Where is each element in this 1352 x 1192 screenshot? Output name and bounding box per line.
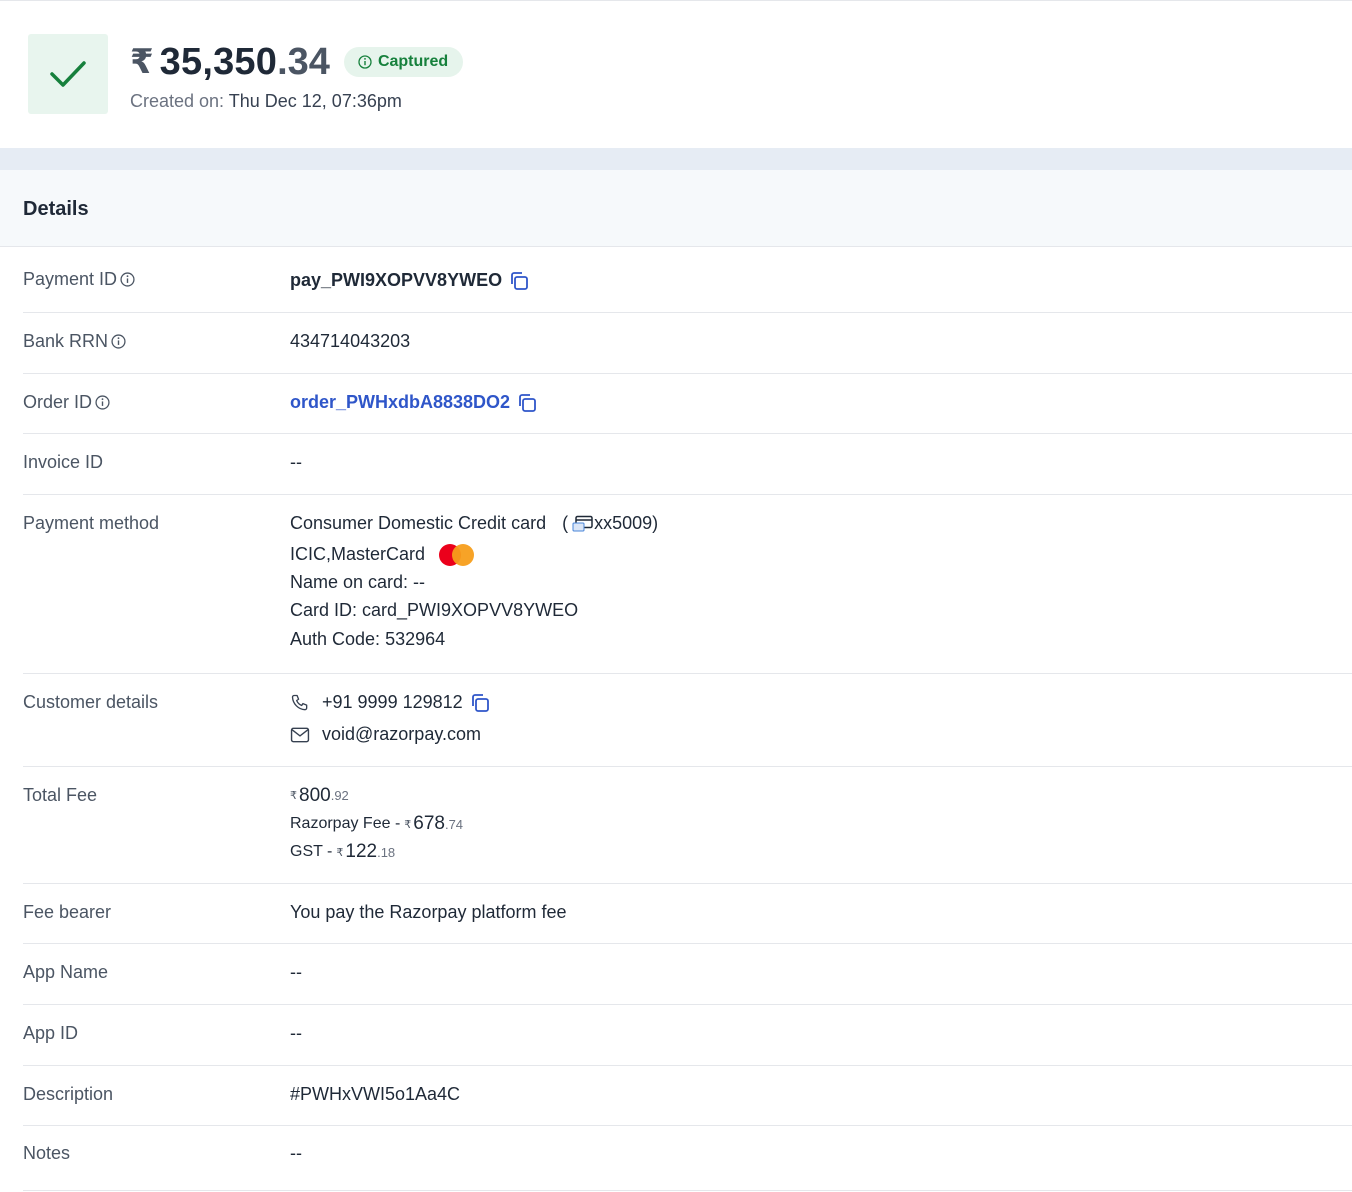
fee-bearer-label: Fee bearer: [23, 902, 112, 922]
status-badge: Captured: [343, 47, 464, 77]
copy-icon[interactable]: [469, 692, 491, 714]
row-app-name: App Name --: [0, 944, 1352, 1005]
separator-band: [0, 148, 1352, 170]
checkmark-icon: [50, 61, 86, 87]
copy-icon[interactable]: [508, 270, 530, 292]
fee-bearer-value: You pay the Razorpay platform fee: [290, 902, 567, 922]
payment-id-value: pay_PWI9XOPVV8YWEO: [290, 270, 503, 290]
razorpay-fee-integer: 678: [413, 813, 445, 834]
card-type: Consumer Domestic Credit card: [290, 513, 547, 533]
phone-icon: [291, 694, 308, 710]
row-payment-method: Payment method Consumer Domestic Credit …: [0, 495, 1352, 674]
app-name-label: App Name: [23, 962, 109, 982]
success-status-tile: [28, 34, 108, 114]
row-bank-rrn: Bank RRN 434714043203: [0, 313, 1352, 374]
rupee-symbol: ₹: [336, 846, 344, 859]
row-total-fee: Total Fee ₹ 800 .92 Razorpay Fee - ₹ 678…: [0, 767, 1352, 884]
notes-label: Notes: [23, 1143, 71, 1163]
gst-decimal: .18: [377, 844, 396, 860]
total-fee-decimal: .92: [330, 788, 349, 803]
credit-card-icon: [572, 515, 593, 531]
razorpay-fee-label: Razorpay Fee -: [290, 815, 401, 832]
row-app-id: App ID --: [0, 1005, 1352, 1066]
amount-integer: 35,350: [159, 40, 278, 83]
bank-rrn-value: 434714043203: [290, 331, 411, 351]
invoice-id-label: Invoice ID: [23, 452, 104, 472]
app-name-value: --: [290, 962, 302, 982]
total-fee-label: Total Fee: [23, 785, 98, 805]
copy-icon[interactable]: [516, 392, 538, 414]
row-fee-bearer: Fee bearer You pay the Razorpay platform…: [0, 884, 1352, 944]
row-payment-id: Payment ID pay_PWI9XOPVV8YWEO: [0, 247, 1352, 313]
bank-rrn-label-text: Bank RRN: [23, 331, 109, 351]
amount-decimal: .34: [277, 40, 330, 83]
section-title: Details: [23, 198, 89, 220]
customer-details-label: Customer details: [23, 692, 159, 712]
row-notes: Notes --: [0, 1126, 1352, 1191]
order-id-link[interactable]: order_PWHxdbA8838DO2: [290, 392, 510, 413]
mastercard-logo-icon: [439, 543, 475, 566]
customer-email: void@razorpay.com: [322, 724, 481, 744]
payment-id-label-text: Payment ID: [23, 269, 118, 289]
created-on: Created on: Thu Dec 12, 07:36pm: [130, 91, 402, 112]
card-last-digits: xx5009): [594, 513, 659, 533]
bank-rrn-label: Bank RRN: [23, 331, 126, 352]
info-icon: [358, 55, 372, 69]
notes-value: --: [290, 1143, 302, 1163]
customer-phone: +91 9999 129812: [322, 692, 463, 712]
order-id-label: Order ID: [23, 392, 110, 413]
row-invoice-id: Invoice ID --: [0, 434, 1352, 495]
payment-header: ₹ 35,350 .34 Captured Created on: Thu De…: [0, 0, 1352, 148]
info-icon[interactable]: [95, 395, 110, 410]
name-on-card: Name on card: --: [290, 572, 426, 592]
invoice-id-value: --: [290, 452, 302, 472]
row-description: Description #PWHxVWI5o1Aa4C: [0, 1066, 1352, 1126]
rupee-symbol: ₹: [130, 43, 154, 81]
app-id-label: App ID: [23, 1023, 79, 1043]
order-id-label-text: Order ID: [23, 392, 93, 412]
auth-code: Auth Code: 532964: [290, 629, 446, 649]
status-text: Captured: [377, 53, 449, 70]
created-label: Created on:: [130, 91, 225, 111]
row-customer-details: Customer details +91 9999 129812 void@ra…: [0, 674, 1352, 767]
created-value: Thu Dec 12, 07:36pm: [228, 91, 402, 111]
payment-id-label: Payment ID: [23, 269, 135, 290]
card-network: ICIC,MasterCard: [290, 544, 426, 564]
mail-icon: [290, 727, 310, 742]
info-icon[interactable]: [120, 272, 135, 287]
rupee-symbol: ₹: [404, 818, 412, 831]
description-label: Description: [23, 1084, 114, 1104]
app-id-value: --: [290, 1023, 302, 1043]
card-paren: (: [562, 513, 569, 533]
rupee-symbol: ₹: [290, 790, 297, 802]
gst-label: GST -: [290, 843, 333, 860]
gst-integer: 122: [345, 841, 378, 862]
info-icon[interactable]: [111, 334, 126, 349]
description-value: #PWHxVWI5o1Aa4C: [290, 1084, 461, 1104]
total-fee-integer: 800: [299, 784, 331, 806]
card-id: Card ID: card_PWI9XOPVV8YWEO: [290, 600, 579, 620]
payment-amount: ₹ 35,350 .34 Captured: [130, 39, 464, 85]
payment-method-label: Payment method: [23, 513, 160, 533]
razorpay-fee-decimal: .74: [444, 816, 464, 832]
details-section-header: Details: [0, 170, 1352, 247]
row-order-id: Order ID order_PWHxdbA8838DO2: [0, 374, 1352, 434]
